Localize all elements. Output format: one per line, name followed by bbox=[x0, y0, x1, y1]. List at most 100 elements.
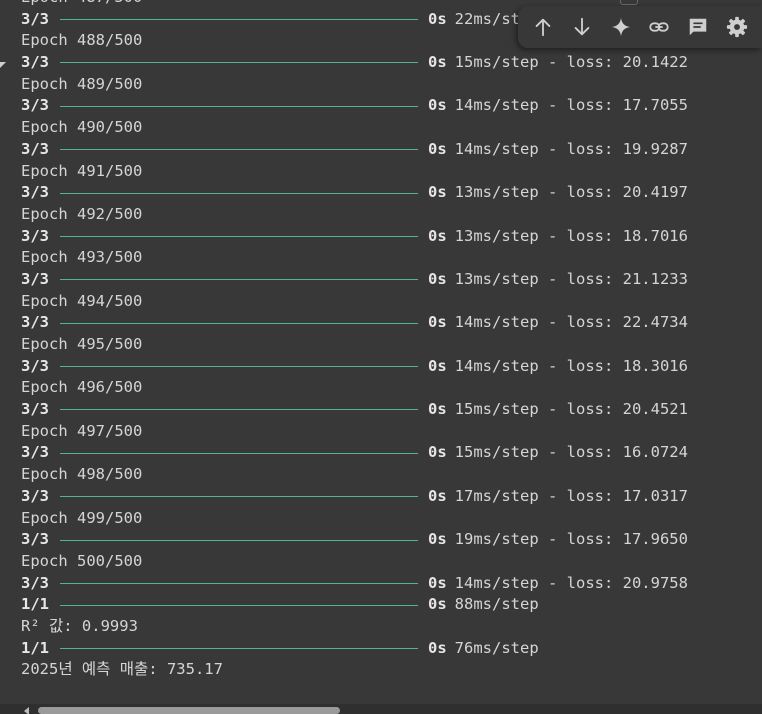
step-metrics: 15ms/step - loss: 20.1422 bbox=[454, 53, 688, 72]
step-count: 3/3 bbox=[21, 183, 49, 202]
elapsed-time: 0s bbox=[428, 595, 447, 614]
elapsed-time: 0s bbox=[428, 313, 447, 332]
step-count: 3/3 bbox=[21, 53, 49, 72]
step-metrics: 17ms/step - loss: 17.0317 bbox=[454, 486, 688, 505]
move-cell-up-button[interactable] bbox=[528, 12, 558, 42]
progress-bar bbox=[60, 452, 418, 454]
arrow-up-icon bbox=[535, 18, 551, 37]
comment-icon bbox=[689, 18, 707, 36]
horizontal-scrollbar-thumb[interactable] bbox=[38, 707, 340, 714]
cell-settings-button[interactable] bbox=[722, 12, 752, 42]
ai-assist-button[interactable] bbox=[606, 12, 636, 42]
step-metrics: 13ms/step - loss: 20.4197 bbox=[454, 183, 688, 202]
step-metrics: 15ms/step - loss: 20.4521 bbox=[454, 400, 688, 419]
epoch-label: Epoch 499/500 bbox=[21, 508, 143, 527]
scroll-left-arrow-icon[interactable] bbox=[24, 707, 29, 714]
progress-bar bbox=[60, 279, 418, 281]
step-count: 3/3 bbox=[21, 400, 49, 419]
toolbar-handle[interactable] bbox=[620, 0, 638, 5]
step-count: 1/1 bbox=[21, 638, 49, 657]
step-count: 3/3 bbox=[21, 313, 49, 332]
step-count: 3/3 bbox=[21, 139, 49, 158]
add-comment-button[interactable] bbox=[683, 12, 713, 42]
elapsed-time: 0s bbox=[428, 53, 447, 72]
elapsed-time: 0s bbox=[428, 139, 447, 158]
step-metrics: 14ms/step - loss: 19.9287 bbox=[454, 139, 688, 158]
epoch-label: Epoch 497/500 bbox=[21, 421, 143, 440]
step-metrics: 88ms/step bbox=[454, 595, 539, 614]
progress-line: 3/3 0s 17ms/step - loss: 17.0317 bbox=[21, 486, 762, 508]
progress-line: 1/1 0s 76ms/step bbox=[21, 638, 762, 660]
epoch-label: Epoch 498/500 bbox=[21, 465, 143, 484]
step-metrics: 14ms/step - loss: 20.9758 bbox=[454, 573, 688, 592]
progress-bar bbox=[60, 496, 418, 498]
link-icon bbox=[649, 22, 669, 32]
step-count: 3/3 bbox=[21, 269, 49, 288]
progress-bar bbox=[60, 539, 418, 541]
epoch-label: Epoch 500/500 bbox=[21, 551, 143, 570]
progress-bar bbox=[60, 105, 418, 107]
step-metrics: 76ms/step bbox=[454, 638, 539, 657]
step-metrics: 13ms/step - loss: 18.7016 bbox=[454, 226, 688, 245]
step-count: 3/3 bbox=[21, 96, 49, 115]
epoch-label: Epoch 493/500 bbox=[21, 248, 143, 267]
elapsed-time: 0s bbox=[428, 9, 447, 28]
progress-line: 3/3 0s 14ms/step - loss: 19.9287 bbox=[21, 139, 762, 161]
step-count: 1/1 bbox=[21, 595, 49, 614]
progress-bar bbox=[60, 192, 418, 194]
step-count: 3/3 bbox=[21, 530, 49, 549]
step-count: 3/3 bbox=[21, 9, 49, 28]
step-metrics: 15ms/step - loss: 16.0724 bbox=[454, 443, 688, 462]
progress-bar bbox=[60, 322, 418, 324]
progress-bar bbox=[60, 366, 418, 368]
step-metrics: 14ms/step - loss: 17.7055 bbox=[454, 96, 688, 115]
epoch-label: Epoch 491/500 bbox=[21, 161, 143, 180]
elapsed-time: 0s bbox=[428, 269, 447, 288]
elapsed-time: 0s bbox=[428, 573, 447, 592]
progress-bar bbox=[60, 604, 418, 606]
progress-line: 3/3 0s 15ms/step - loss: 20.1422 bbox=[21, 52, 762, 74]
step-metrics: 19ms/step - loss: 17.9650 bbox=[454, 530, 688, 549]
progress-line: 3/3 0s 13ms/step - loss: 20.4197 bbox=[21, 182, 762, 204]
cell-output: Epoch 487/5003/30s22ms/step - loss: 19.0… bbox=[21, 0, 762, 681]
epoch-label: Epoch 496/500 bbox=[21, 378, 143, 397]
progress-bar bbox=[60, 582, 418, 584]
progress-bar bbox=[60, 19, 418, 21]
progress-line: 3/3 0s 13ms/step - loss: 18.7016 bbox=[21, 226, 762, 248]
step-metrics: 14ms/step - loss: 18.3016 bbox=[454, 356, 688, 375]
notebook-output-cell: Epoch 487/5003/30s22ms/step - loss: 19.0… bbox=[0, 0, 762, 714]
step-metrics: 14ms/step - loss: 22.4734 bbox=[454, 313, 688, 332]
elapsed-time: 0s bbox=[428, 356, 447, 375]
progress-bar bbox=[60, 409, 418, 411]
step-count: 3/3 bbox=[21, 356, 49, 375]
arrow-down-icon bbox=[574, 17, 590, 36]
cell-toolbar bbox=[518, 6, 762, 48]
elapsed-time: 0s bbox=[428, 226, 447, 245]
progress-line: 3/3 0s 14ms/step - loss: 22.4734 bbox=[21, 312, 762, 334]
step-count: 3/3 bbox=[21, 443, 49, 462]
output-text: R² 값: 0.9993 bbox=[21, 616, 138, 635]
progress-line: 3/3 0s 15ms/step - loss: 16.0724 bbox=[21, 442, 762, 464]
progress-line: 3/3 0s 15ms/step - loss: 20.4521 bbox=[21, 399, 762, 421]
elapsed-time: 0s bbox=[428, 183, 447, 202]
epoch-label: Epoch 492/500 bbox=[21, 204, 143, 223]
elapsed-time: 0s bbox=[428, 443, 447, 462]
collapse-output-marker[interactable] bbox=[0, 62, 6, 68]
progress-line: 3/3 0s 13ms/step - loss: 21.1233 bbox=[21, 269, 762, 291]
step-count: 3/3 bbox=[21, 573, 49, 592]
output-text: 2025년 예측 매출: 735.17 bbox=[21, 660, 223, 679]
progress-line: 3/3 0s 14ms/step - loss: 17.7055 bbox=[21, 95, 762, 117]
progress-bar bbox=[60, 647, 418, 649]
move-cell-down-button[interactable] bbox=[567, 12, 597, 42]
progress-line: 3/3 0s 14ms/step - loss: 20.9758 bbox=[21, 573, 762, 595]
epoch-label: Epoch 494/500 bbox=[21, 291, 143, 310]
epoch-label: Epoch 489/500 bbox=[21, 74, 143, 93]
copy-link-button[interactable] bbox=[644, 12, 674, 42]
elapsed-time: 0s bbox=[428, 530, 447, 549]
progress-bar bbox=[60, 62, 418, 64]
progress-line: 3/3 0s 14ms/step - loss: 18.3016 bbox=[21, 356, 762, 378]
elapsed-time: 0s bbox=[428, 486, 447, 505]
gear-icon bbox=[726, 16, 747, 38]
elapsed-time: 0s bbox=[428, 400, 447, 419]
epoch-label: Epoch 495/500 bbox=[21, 335, 143, 353]
